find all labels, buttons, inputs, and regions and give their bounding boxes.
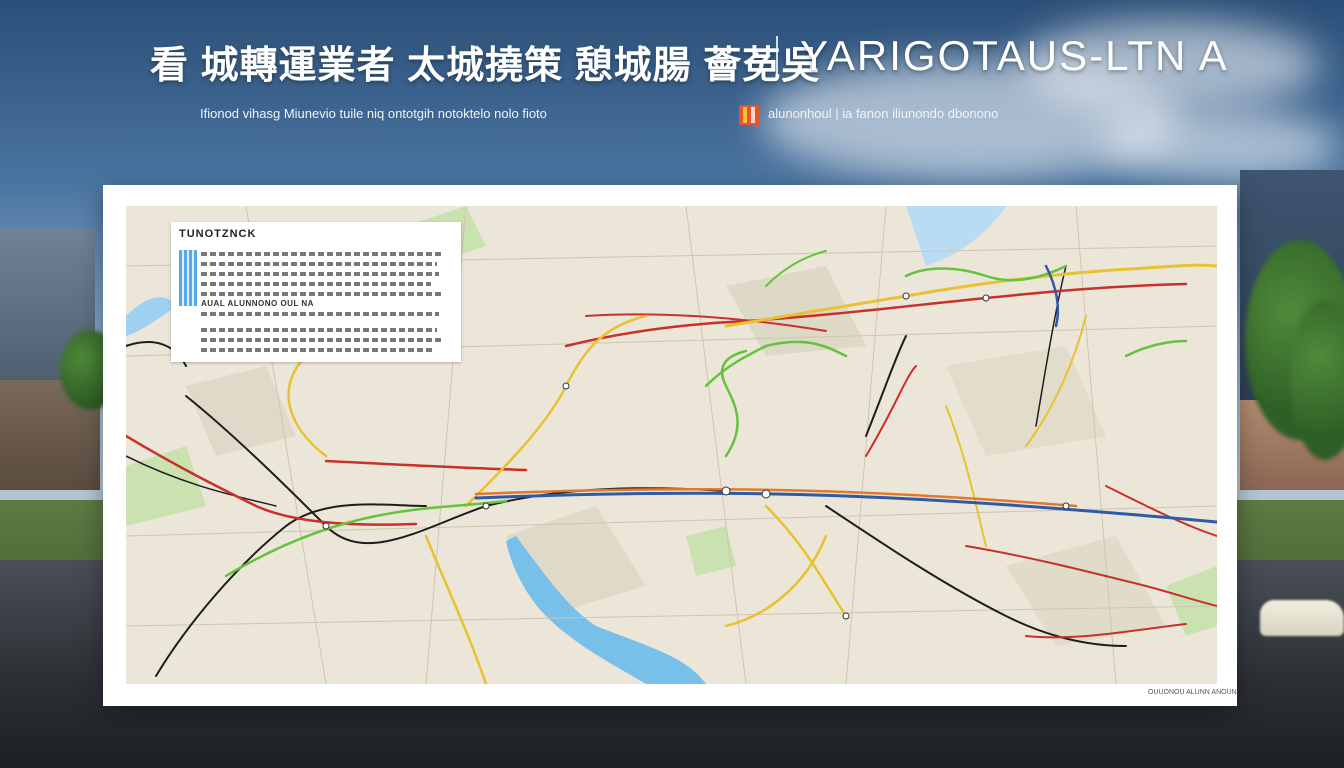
legend-text-line <box>201 348 435 352</box>
transit-map[interactable]: TUNOTZNCK AUAL ALUNNONO OUL NA <box>126 206 1217 684</box>
legend-subheading: AUAL ALUNNONO OUL NA <box>201 299 314 308</box>
legend-text-line <box>201 272 439 276</box>
legend-text-line <box>201 312 439 316</box>
water-left <box>126 297 176 336</box>
legend-text-line <box>201 262 437 266</box>
map-panel: TUNOTZNCK AUAL ALUNNONO OUL NA OUUONOU A… <box>103 185 1237 706</box>
page-title: 看 城轉運業者 太城撓策 憩城腸 薈莬吳 <box>150 45 821 87</box>
legend-text-line <box>201 338 441 342</box>
water-top-right <box>906 206 1006 266</box>
legend-text-line <box>201 292 441 296</box>
subtitle-row: Ifionod vihasg Miunevio tuile niq ontotg… <box>0 104 1344 128</box>
flag-icon <box>739 105 759 125</box>
page-title-latin: YARIGOTAUS-LTN A <box>800 32 1229 79</box>
title-divider <box>776 36 778 80</box>
car <box>1260 600 1344 636</box>
legend-title: TUNOTZNCK <box>179 228 257 240</box>
legend-text-line <box>201 282 431 286</box>
subtitle-right: alunonhoul | ia fanon iliunondo dbonono <box>768 106 999 121</box>
legend-text-line <box>201 328 437 332</box>
header: 看 城轉運業者 太城撓策 憩城腸 薈莬吳 YARIGOTAUS-LTN A <box>0 30 1344 87</box>
map-footer-note: OUUONOU ALUNN ANOUN <box>1148 689 1237 696</box>
subtitle-left: Ifionod vihasg Miunevio tuile niq ontotg… <box>200 106 547 121</box>
legend-swatch <box>179 250 197 306</box>
map-legend: TUNOTZNCK AUAL ALUNNONO OUL NA <box>171 222 461 362</box>
legend-text-line <box>201 252 441 256</box>
